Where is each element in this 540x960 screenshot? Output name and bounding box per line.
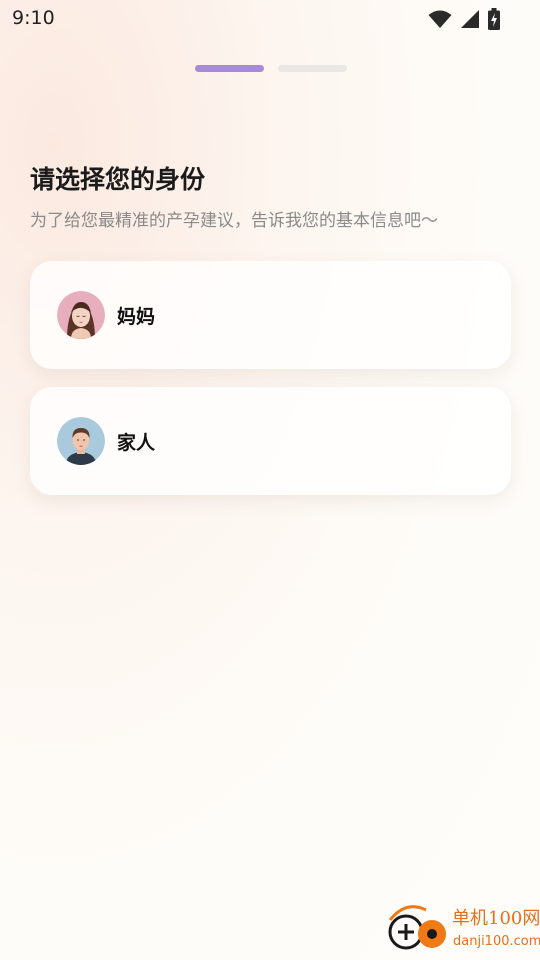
watermark: 单机100网 danji100.com [386, 898, 540, 958]
battery-charging-icon [488, 8, 500, 30]
page-subtitle: 为了给您最精准的产孕建议，告诉我您的基本信息吧～ [30, 211, 438, 231]
wifi-icon [428, 10, 452, 28]
watermark-url: danji100.com [453, 934, 540, 949]
status-bar: 9:10 [0, 0, 540, 36]
status-icons [428, 8, 500, 30]
option-label-family: 家人 [117, 431, 156, 454]
progress-step-2 [278, 65, 347, 72]
option-label-mother: 妈妈 [117, 305, 156, 328]
man-avatar-icon [57, 417, 105, 465]
watermark-brand: 单机100网 [452, 908, 540, 929]
watermark-logo-icon [388, 905, 446, 950]
page-title: 请选择您的身份 [30, 165, 206, 194]
woman-avatar-icon [57, 291, 105, 339]
status-time: 9:10 [12, 7, 55, 29]
identity-option-family[interactable]: 家人 [30, 387, 511, 495]
progress-step-1-active [195, 65, 264, 72]
cellular-signal-icon [461, 10, 479, 28]
step-progress [195, 65, 347, 72]
identity-option-mother[interactable]: 妈妈 [30, 261, 511, 369]
